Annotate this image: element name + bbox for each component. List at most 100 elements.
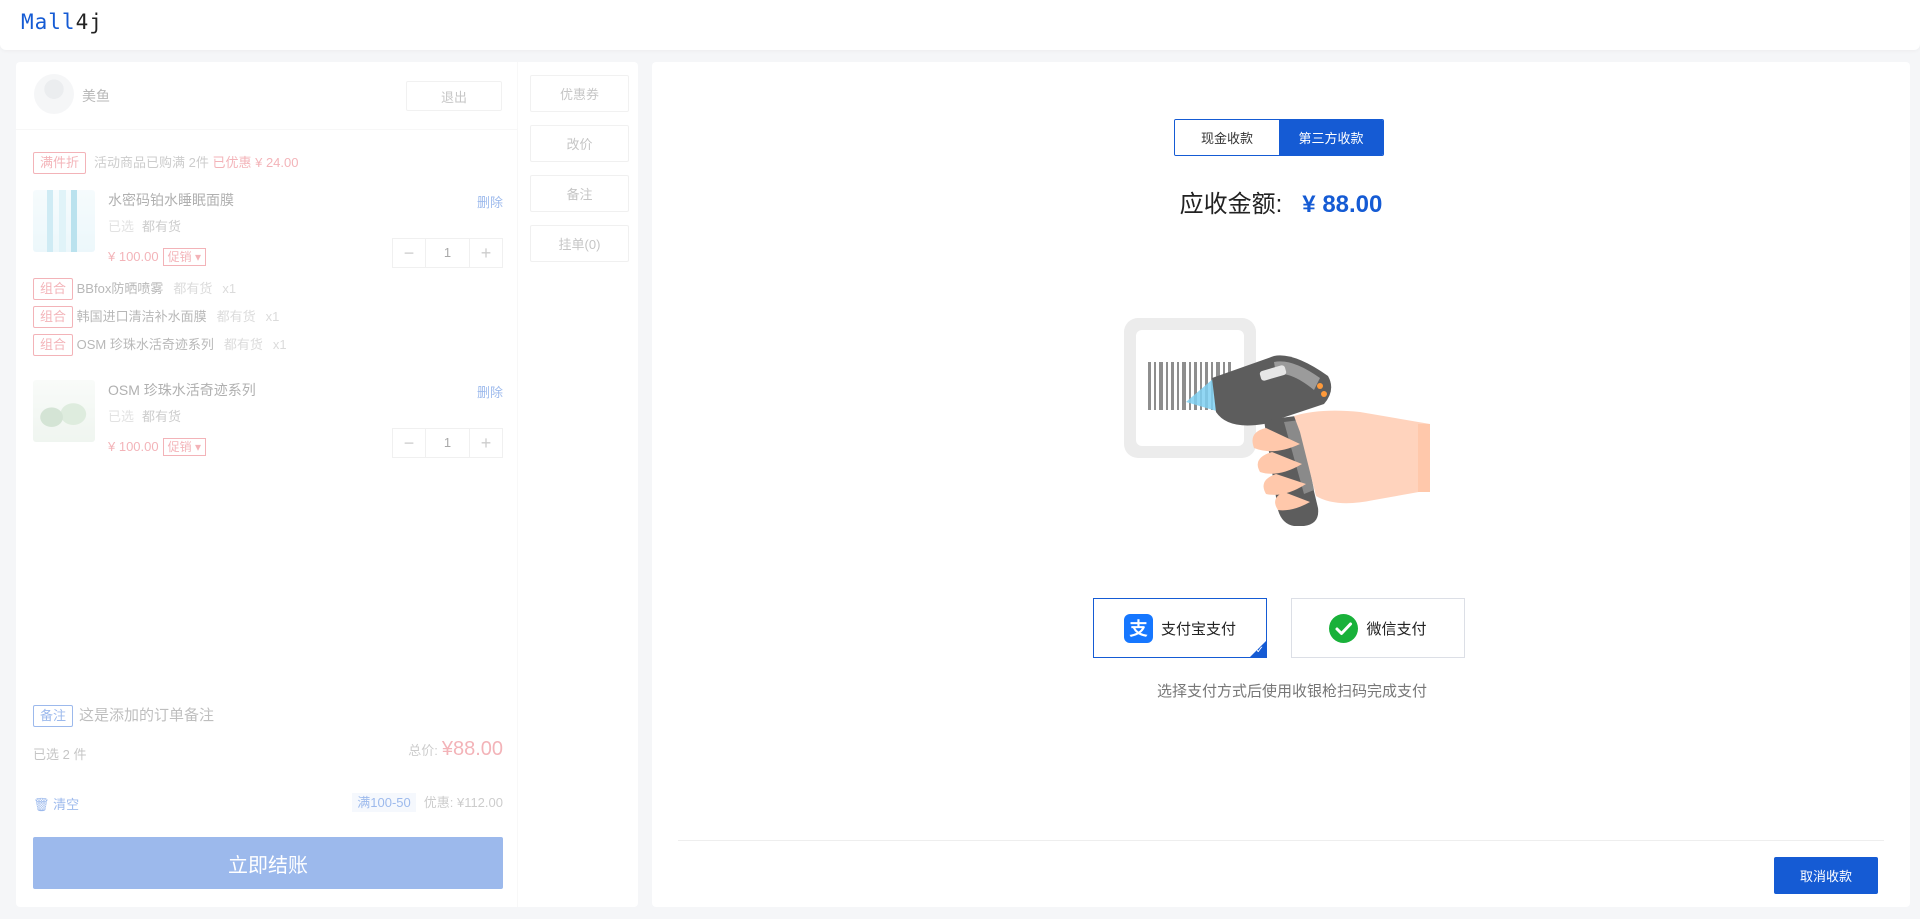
side-actions: 优惠券 改价 备注 挂单(0) <box>518 62 638 907</box>
remark-text: 这是添加的订单备注 <box>79 707 215 724</box>
quantity-value[interactable]: 1 <box>425 429 470 457</box>
total-price: 总价: ¥88.00 <box>408 738 503 761</box>
amount-value: ¥ 88.00 <box>1302 191 1383 218</box>
checkout-button[interactable]: 立即结账 <box>33 837 503 889</box>
combo-stock: 都有货 <box>216 309 256 324</box>
cart-panel: 美鱼 退出 满件折 活动商品已购满 2件 已优惠 ¥ 24.00 水密码铂水睡眠面… <box>16 62 638 907</box>
promo-dropdown[interactable]: 促销 ▾ <box>162 438 206 456</box>
delete-item-link[interactable]: 删除 <box>477 192 503 211</box>
stock-status: 都有货 <box>142 219 182 234</box>
combo-tag: 组合 <box>33 306 74 328</box>
stock-status: 都有货 <box>142 409 182 424</box>
selected-count: 已选 2 件 <box>33 747 87 762</box>
scanner-illustration-svg <box>1124 318 1430 526</box>
combo-stock: 都有货 <box>173 281 213 296</box>
price-value: ¥ 100.00 <box>108 439 159 454</box>
coupon-chip: 满100-50 <box>352 793 416 812</box>
product-stock: 已选 都有货 <box>108 216 181 235</box>
remark-tag: 备注 <box>33 705 74 727</box>
increase-button[interactable]: + <box>470 429 502 457</box>
wechat-pay-icon <box>1329 613 1359 643</box>
combo-name: 韩国进口清洁补水面膜 <box>76 309 207 324</box>
quantity-stepper: − 1 + <box>392 238 503 268</box>
promotion-discount: 已优惠 ¥ 24.00 <box>212 155 299 170</box>
product-price: ¥ 100.00 促销 ▾ <box>108 248 206 266</box>
selected-summary: 已选 2 件 总价: ¥88.00 <box>33 738 503 763</box>
total-label: 总价: <box>408 743 438 758</box>
discount-text: 优惠: ¥112.00 <box>423 795 503 810</box>
amount-label: 应收金额: <box>1179 191 1283 218</box>
hang-order-button[interactable]: 挂单(0) <box>530 225 629 262</box>
combo-stock: 都有货 <box>223 337 263 352</box>
wechat-pay-option[interactable]: 微信支付 <box>1291 598 1465 658</box>
amount-due: 应收金额: ¥ 88.00 <box>652 184 1910 219</box>
trash-icon: 🗑 <box>33 797 50 812</box>
cart-item: OSM 珍珠水活奇迹系列 删除 已选 都有货 ¥ 100.00 促销 ▾ − 1 + <box>33 380 503 464</box>
payment-hint: 选择支付方式后使用收银枪扫码完成支付 <box>1156 683 1427 700</box>
combo-name: OSM 珍珠水活奇迹系列 <box>76 337 214 352</box>
avatar <box>34 74 74 114</box>
increase-button[interactable]: + <box>470 239 502 267</box>
logo-part-4j: 4j <box>75 10 103 34</box>
combo-item: 组合 BBfox防晒喷雾 都有货 x1 <box>33 278 236 300</box>
price-value: ¥ 100.00 <box>108 249 159 264</box>
selected-label: 已选 <box>108 219 135 234</box>
alipay-label: 支付宝支付 <box>1160 620 1236 638</box>
barcode-scanner-illustration <box>1124 312 1434 557</box>
combo-name: BBfox防晒喷雾 <box>76 281 164 296</box>
cart-column: 美鱼 退出 满件折 活动商品已购满 2件 已优惠 ¥ 24.00 水密码铂水睡眠面… <box>16 62 518 907</box>
promotion-text: 活动商品已购满 2件 <box>94 155 209 170</box>
footer-divider <box>678 840 1884 841</box>
promo-dropdown-label: 促销 <box>167 440 192 454</box>
tab-third-party-payment[interactable]: 第三方收款 <box>1279 120 1383 155</box>
payment-panel: 现金收款 第三方收款 应收金额: ¥ 88.00 支 支付宝支付 ✓ 微信支付 … <box>652 62 1910 907</box>
combo-tag: 组合 <box>33 334 74 356</box>
top-bar: Mall4j <box>0 0 1920 50</box>
alipay-option[interactable]: 支 支付宝支付 ✓ <box>1093 598 1267 658</box>
alipay-icon: 支 <box>1123 613 1153 643</box>
coupon-button[interactable]: 优惠券 <box>530 75 629 112</box>
clear-cart-button[interactable]: 🗑 清空 <box>33 797 79 812</box>
product-image <box>33 190 95 252</box>
clear-row: 🗑 清空 满100-50 优惠: ¥112.00 <box>33 792 503 813</box>
product-image <box>33 380 95 442</box>
combo-tag: 组合 <box>33 278 74 300</box>
app-logo[interactable]: Mall4j <box>21 10 103 34</box>
user-row: 美鱼 退出 <box>16 62 518 130</box>
promotion-tag: 满件折 <box>33 152 87 174</box>
combo-qty: x1 <box>265 309 280 324</box>
quantity-value[interactable]: 1 <box>425 239 470 267</box>
product-stock: 已选 都有货 <box>108 406 181 425</box>
quantity-stepper: − 1 + <box>392 428 503 458</box>
caret-down-icon: ▾ <box>194 440 201 454</box>
product-name: OSM 珍珠水活奇迹系列 <box>108 382 256 398</box>
promotion-row: 满件折 活动商品已购满 2件 已优惠 ¥ 24.00 <box>33 152 298 174</box>
check-icon: ✓ <box>1255 645 1264 656</box>
username: 美鱼 <box>82 88 110 104</box>
svg-text:支: 支 <box>1128 618 1148 640</box>
product-price: ¥ 100.00 促销 ▾ <box>108 438 206 456</box>
logo-part-mall: Mall <box>21 10 76 34</box>
discount-summary: 满100-50 优惠: ¥112.00 <box>352 792 503 812</box>
promo-dropdown[interactable]: 促销 ▾ <box>162 248 206 266</box>
change-price-button[interactable]: 改价 <box>530 125 629 162</box>
decrease-button[interactable]: − <box>393 239 425 267</box>
order-remark: 备注 这是添加的订单备注 <box>33 704 214 727</box>
logout-button[interactable]: 退出 <box>406 81 502 111</box>
product-name: 水密码铂水睡眠面膜 <box>108 192 234 208</box>
cart-panel-content: 美鱼 退出 满件折 活动商品已购满 2件 已优惠 ¥ 24.00 水密码铂水睡眠面… <box>16 62 638 907</box>
combo-qty: x1 <box>222 281 237 296</box>
combo-item: 组合 OSM 珍珠水活奇迹系列 都有货 x1 <box>33 334 287 356</box>
remark-button[interactable]: 备注 <box>530 175 629 212</box>
total-value: ¥88.00 <box>441 738 503 760</box>
cancel-payment-button[interactable]: 取消收款 <box>1774 857 1878 894</box>
wechat-pay-label: 微信支付 <box>1366 620 1427 638</box>
promo-dropdown-label: 促销 <box>167 250 192 264</box>
decrease-button[interactable]: − <box>393 429 425 457</box>
cart-item: 水密码铂水睡眠面膜 删除 已选 都有货 ¥ 100.00 促销 ▾ − 1 + <box>33 190 503 274</box>
clear-label: 清空 <box>53 797 80 812</box>
tab-cash-payment[interactable]: 现金收款 <box>1175 120 1279 155</box>
delete-item-link[interactable]: 删除 <box>477 382 503 401</box>
caret-down-icon: ▾ <box>194 250 201 264</box>
selected-label: 已选 <box>108 409 135 424</box>
